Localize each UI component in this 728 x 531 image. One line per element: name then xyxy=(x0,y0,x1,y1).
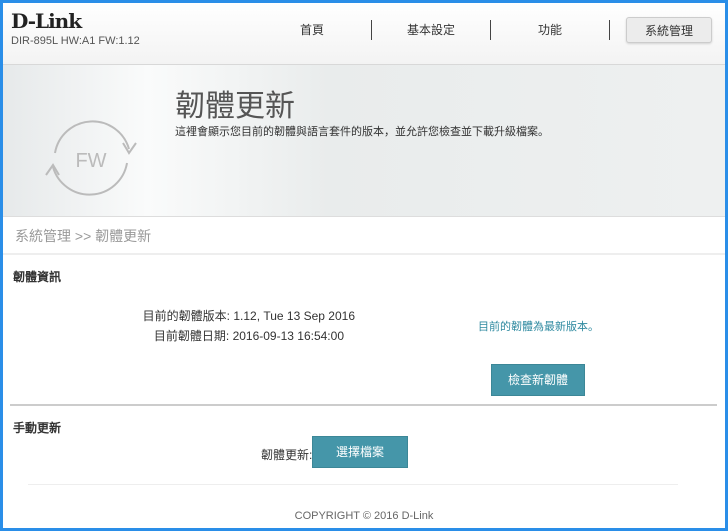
select-file-button[interactable]: 選擇檔案 xyxy=(312,436,408,468)
fw-icon-text: FW xyxy=(75,150,106,172)
section-divider xyxy=(10,404,717,406)
model-info: DIR-895L HW:A1 FW:1.12 xyxy=(11,35,140,47)
nav-features[interactable]: 功能 xyxy=(491,17,609,43)
nav-divider xyxy=(609,20,610,40)
nav-home[interactable]: 首頁 xyxy=(253,17,371,43)
page-description: 這裡會顯示您目前的韌體與語言套件的版本，並允許您檢查並下載升級檔案。 xyxy=(175,126,549,138)
nav-management[interactable]: 系統管理 xyxy=(626,17,712,43)
copyright: COPYRIGHT © 2016 D-Link xyxy=(294,510,434,522)
firmware-update-label: 韌體更新: xyxy=(261,448,313,462)
top-bar: D-Link DIR-895L HW:A1 FW:1.12 首頁 基本設定 功能… xyxy=(3,3,725,65)
check-firmware-button[interactable]: 檢查新韌體 xyxy=(491,364,585,396)
manual-update-heading: 手動更新 xyxy=(13,421,62,435)
version-value: 1.12, Tue 13 Sep 2016 xyxy=(233,309,355,323)
firmware-refresh-icon: FW xyxy=(45,120,137,196)
nav-basic-settings[interactable]: 基本設定 xyxy=(372,17,490,43)
router-page: D-Link DIR-895L HW:A1 FW:1.12 首頁 基本設定 功能… xyxy=(3,3,725,528)
firmware-status: 目前的韌體為最新版本。 xyxy=(478,321,599,333)
main-nav: 首頁 基本設定 功能 系統管理 xyxy=(253,17,712,43)
date-label: 目前韌體日期: xyxy=(153,329,230,343)
page-title: 韌體更新 xyxy=(175,90,295,123)
date-value: 2016-09-13 16:54:00 xyxy=(232,329,344,343)
firmware-date: 目前韌體日期: 2016-09-13 16:54:00 xyxy=(154,327,344,344)
footer-divider xyxy=(28,484,678,485)
hero-banner: FW 韌體更新 這裡會顯示您目前的韌體與語言套件的版本，並允許您檢查並下載升級檔… xyxy=(3,65,725,217)
firmware-info-heading: 韌體資訊 xyxy=(13,270,62,284)
version-label: 目前的韌體版本: xyxy=(142,309,230,323)
firmware-version: 目前的韌體版本: 1.12, Tue 13 Sep 2016 xyxy=(143,307,355,324)
breadcrumb: 系統管理 >> 韌體更新 xyxy=(3,217,725,255)
dlink-logo: D-Link xyxy=(11,9,82,33)
